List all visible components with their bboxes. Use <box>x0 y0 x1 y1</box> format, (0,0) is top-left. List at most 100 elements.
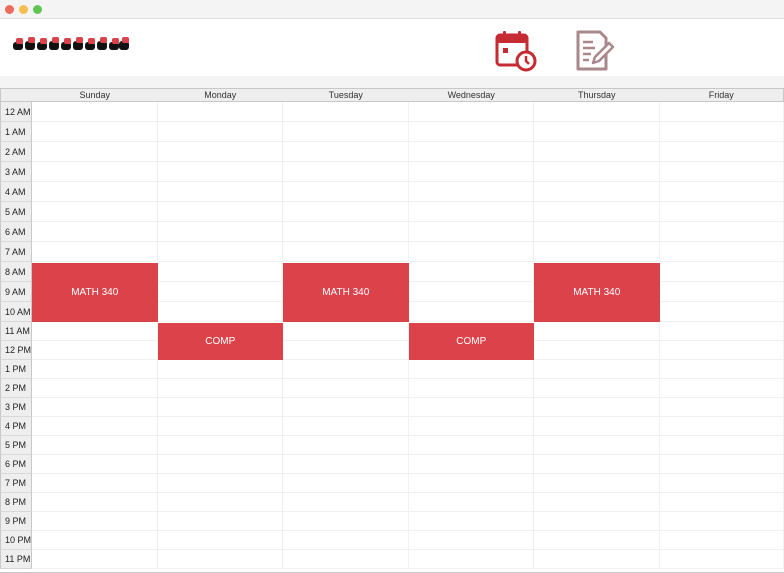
time-slot-cell[interactable] <box>408 102 534 122</box>
time-slot-cell[interactable] <box>534 512 660 531</box>
time-slot-cell[interactable] <box>32 474 158 493</box>
time-slot-cell[interactable] <box>408 474 534 493</box>
time-slot-cell[interactable] <box>408 182 534 202</box>
time-slot-cell[interactable] <box>157 202 283 222</box>
time-slot-cell[interactable] <box>408 512 534 531</box>
time-slot-cell[interactable] <box>157 242 283 262</box>
time-slot-cell[interactable] <box>283 550 409 569</box>
time-slot-cell[interactable] <box>408 398 534 417</box>
time-slot-cell[interactable] <box>659 455 784 474</box>
time-slot-cell[interactable] <box>32 322 158 341</box>
time-slot-cell[interactable] <box>32 493 158 512</box>
time-slot-cell[interactable] <box>32 360 158 379</box>
time-slot-cell[interactable] <box>659 182 784 202</box>
time-slot-cell[interactable] <box>32 455 158 474</box>
time-slot-cell[interactable] <box>659 202 784 222</box>
time-slot-cell[interactable] <box>32 341 158 360</box>
time-slot-cell[interactable] <box>534 162 660 182</box>
calendar-view-button[interactable] <box>494 29 538 73</box>
time-slot-cell[interactable] <box>408 360 534 379</box>
time-slot-cell[interactable] <box>32 122 158 142</box>
time-slot-cell[interactable] <box>659 322 784 341</box>
time-slot-cell[interactable] <box>283 360 409 379</box>
time-slot-cell[interactable] <box>157 282 283 302</box>
time-slot-cell[interactable] <box>283 493 409 512</box>
time-slot-cell[interactable] <box>659 102 784 122</box>
time-slot-cell[interactable] <box>32 142 158 162</box>
time-slot-cell[interactable] <box>408 436 534 455</box>
time-slot-cell[interactable] <box>534 182 660 202</box>
time-slot-cell[interactable] <box>157 417 283 436</box>
time-slot-cell[interactable] <box>534 455 660 474</box>
time-slot-cell[interactable] <box>283 242 409 262</box>
time-slot-cell[interactable] <box>534 202 660 222</box>
time-slot-cell[interactable] <box>32 550 158 569</box>
time-slot-cell[interactable] <box>408 417 534 436</box>
time-slot-cell[interactable] <box>534 493 660 512</box>
time-slot-cell[interactable] <box>659 142 784 162</box>
time-slot-cell[interactable] <box>534 550 660 569</box>
time-slot-cell[interactable] <box>534 531 660 550</box>
time-slot-cell[interactable] <box>157 455 283 474</box>
time-slot-cell[interactable] <box>283 122 409 142</box>
time-slot-cell[interactable] <box>408 302 534 322</box>
time-slot-cell[interactable] <box>32 417 158 436</box>
event-block[interactable]: COMP <box>157 322 283 360</box>
time-slot-cell[interactable] <box>283 102 409 122</box>
time-slot-cell[interactable] <box>283 436 409 455</box>
time-slot-cell[interactable] <box>32 222 158 242</box>
event-block[interactable]: MATH 340 <box>283 262 409 322</box>
time-slot-cell[interactable] <box>157 102 283 122</box>
time-slot-cell[interactable] <box>157 436 283 455</box>
time-slot-cell[interactable] <box>534 417 660 436</box>
time-slot-cell[interactable] <box>659 550 784 569</box>
time-slot-cell[interactable] <box>157 302 283 322</box>
time-slot-cell[interactable] <box>659 512 784 531</box>
time-slot-cell[interactable] <box>283 474 409 493</box>
time-slot-cell[interactable] <box>408 455 534 474</box>
time-slot-cell[interactable] <box>32 512 158 531</box>
time-slot-cell[interactable] <box>534 341 660 360</box>
time-slot-cell[interactable] <box>408 122 534 142</box>
time-slot-cell[interactable] <box>283 379 409 398</box>
window-maximize-button[interactable] <box>33 5 42 14</box>
time-slot-cell[interactable] <box>283 398 409 417</box>
time-slot-cell[interactable] <box>283 222 409 242</box>
time-slot-cell[interactable] <box>534 360 660 379</box>
time-slot-cell[interactable] <box>408 493 534 512</box>
time-slot-cell[interactable] <box>534 322 660 341</box>
notes-view-button[interactable] <box>573 29 617 73</box>
time-slot-cell[interactable] <box>283 142 409 162</box>
time-slot-cell[interactable] <box>157 262 283 282</box>
time-slot-cell[interactable] <box>283 512 409 531</box>
time-slot-cell[interactable] <box>534 102 660 122</box>
time-slot-cell[interactable] <box>659 242 784 262</box>
time-slot-cell[interactable] <box>534 474 660 493</box>
time-slot-cell[interactable] <box>283 322 409 341</box>
time-slot-cell[interactable] <box>659 302 784 322</box>
time-slot-cell[interactable] <box>32 379 158 398</box>
time-slot-cell[interactable] <box>659 360 784 379</box>
window-close-button[interactable] <box>5 5 14 14</box>
time-slot-cell[interactable] <box>659 493 784 512</box>
time-slot-cell[interactable] <box>534 122 660 142</box>
time-slot-cell[interactable] <box>408 162 534 182</box>
time-slot-cell[interactable] <box>283 531 409 550</box>
event-block[interactable]: MATH 340 <box>32 262 158 322</box>
time-slot-cell[interactable] <box>32 398 158 417</box>
time-slot-cell[interactable] <box>32 531 158 550</box>
time-slot-cell[interactable] <box>408 222 534 242</box>
time-slot-cell[interactable] <box>408 531 534 550</box>
time-slot-cell[interactable] <box>534 379 660 398</box>
time-slot-cell[interactable] <box>534 222 660 242</box>
time-slot-cell[interactable] <box>659 162 784 182</box>
time-slot-cell[interactable] <box>157 162 283 182</box>
time-slot-cell[interactable] <box>534 398 660 417</box>
time-slot-cell[interactable] <box>408 550 534 569</box>
time-slot-cell[interactable] <box>283 455 409 474</box>
window-minimize-button[interactable] <box>19 5 28 14</box>
time-slot-cell[interactable] <box>659 122 784 142</box>
time-slot-cell[interactable] <box>283 417 409 436</box>
time-slot-cell[interactable] <box>157 182 283 202</box>
time-slot-cell[interactable] <box>659 398 784 417</box>
